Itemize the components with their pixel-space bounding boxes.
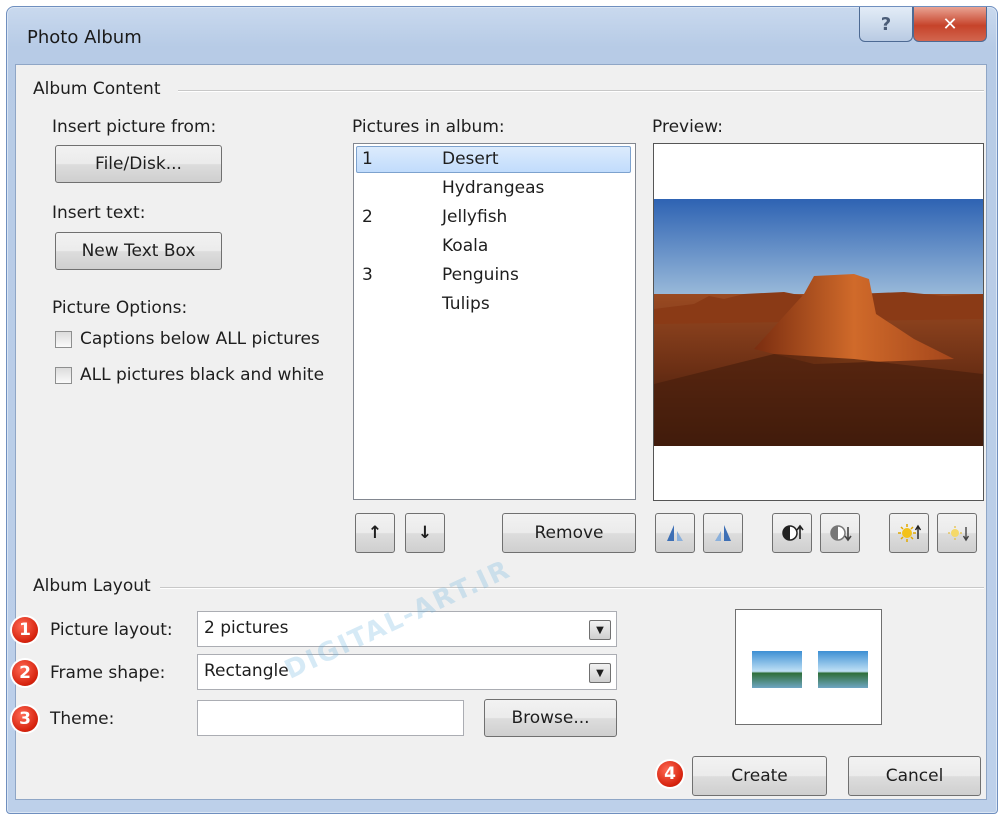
chevron-down-icon[interactable]: ▼	[589, 620, 611, 640]
contrast-down-icon	[830, 525, 852, 542]
new-text-box-button[interactable]: New Text Box	[55, 232, 222, 270]
list-item[interactable]: 2 Jellyfish	[354, 202, 635, 231]
cancel-button[interactable]: Cancel	[848, 756, 981, 796]
dialog-title: Photo Album	[27, 27, 142, 48]
insert-picture-label: Insert picture from:	[52, 117, 217, 137]
theme-input[interactable]	[197, 700, 464, 736]
picture-number: 3	[362, 265, 373, 285]
callout-badge-3: 3	[12, 706, 38, 732]
less-brightness-button[interactable]	[937, 513, 977, 553]
list-item[interactable]: Tulips	[354, 289, 635, 318]
frame-shape-value: Rectangle	[204, 661, 289, 681]
captions-option-label: Captions below ALL pictures	[80, 329, 320, 349]
theme-label: Theme:	[50, 709, 115, 729]
create-button-label: Create	[731, 766, 788, 786]
contrast-up-icon	[782, 524, 804, 541]
insert-text-label: Insert text:	[52, 203, 146, 223]
list-item[interactable]: 1 Desert	[354, 144, 635, 173]
black-white-option[interactable]: ALL pictures black and white	[55, 365, 324, 385]
callout-badge-2: 2	[12, 660, 38, 686]
help-button[interactable]: ?	[859, 7, 913, 42]
picture-number: 1	[362, 149, 373, 169]
file-disk-button[interactable]: File/Disk...	[55, 145, 222, 183]
preview-label: Preview:	[652, 117, 723, 137]
captions-option[interactable]: Captions below ALL pictures	[55, 329, 320, 349]
create-button[interactable]: Create	[692, 756, 827, 796]
brightness-up-icon	[898, 524, 921, 542]
picture-number: 2	[362, 207, 373, 227]
browse-button[interactable]: Browse...	[484, 699, 617, 737]
album-layout-divider	[160, 587, 984, 589]
remove-button-label: Remove	[534, 523, 604, 543]
callout-badge-1: 1	[12, 617, 38, 643]
file-disk-button-label: File/Disk...	[95, 154, 182, 174]
callout-badge-4: 4	[657, 761, 683, 787]
list-item[interactable]: Hydrangeas	[354, 173, 635, 202]
picture-name: Tulips	[442, 294, 490, 314]
chevron-down-icon[interactable]: ▼	[589, 663, 611, 683]
picture-name: Koala	[442, 236, 489, 256]
rotate-left-icon	[667, 525, 683, 541]
list-item[interactable]: Koala	[354, 231, 635, 260]
cancel-button-label: Cancel	[885, 766, 944, 786]
pictures-listbox[interactable]: 1 Desert Hydrangeas 2 Jellyfish Koala 3 …	[353, 143, 636, 500]
two-pictures-layout-icon	[752, 651, 868, 688]
new-text-box-button-label: New Text Box	[81, 241, 196, 261]
rotate-right-button[interactable]	[703, 513, 743, 553]
layout-thumbnail	[735, 609, 882, 725]
preview-pane	[653, 143, 984, 501]
pictures-in-album-label: Pictures in album:	[352, 117, 505, 137]
picture-name: Jellyfish	[442, 207, 508, 227]
picture-name: Hydrangeas	[442, 178, 545, 198]
close-button[interactable]: ✕	[913, 7, 987, 42]
move-up-button[interactable]: ↑	[355, 513, 395, 553]
picture-layout-value: 2 pictures	[204, 618, 289, 638]
desert-preview-image	[654, 144, 983, 500]
list-item[interactable]: 3 Penguins	[354, 260, 635, 289]
picture-layout-label: Picture layout:	[50, 620, 173, 640]
less-contrast-button[interactable]	[820, 513, 860, 553]
picture-options-label: Picture Options:	[52, 298, 188, 318]
brightness-down-icon	[948, 526, 969, 542]
frame-shape-label: Frame shape:	[50, 663, 166, 683]
album-content-label: Album Content	[33, 79, 167, 99]
arrow-up-icon: ↑	[367, 523, 383, 543]
captions-checkbox[interactable]	[55, 330, 72, 348]
move-down-button[interactable]: ↓	[405, 513, 445, 553]
rotate-left-button[interactable]	[655, 513, 695, 553]
rotate-right-icon	[715, 525, 731, 541]
black-white-option-label: ALL pictures black and white	[80, 365, 325, 385]
album-layout-label: Album Layout	[33, 576, 157, 596]
picture-name: Desert	[442, 149, 499, 169]
frame-shape-select[interactable]: Rectangle ▼	[197, 654, 617, 690]
more-contrast-button[interactable]	[772, 513, 812, 553]
picture-name: Penguins	[442, 265, 519, 285]
arrow-down-icon: ↓	[417, 523, 433, 543]
browse-button-label: Browse...	[511, 708, 590, 728]
more-brightness-button[interactable]	[889, 513, 929, 553]
album-content-divider	[178, 90, 984, 92]
black-white-checkbox[interactable]	[55, 366, 72, 384]
remove-button[interactable]: Remove	[502, 513, 636, 553]
